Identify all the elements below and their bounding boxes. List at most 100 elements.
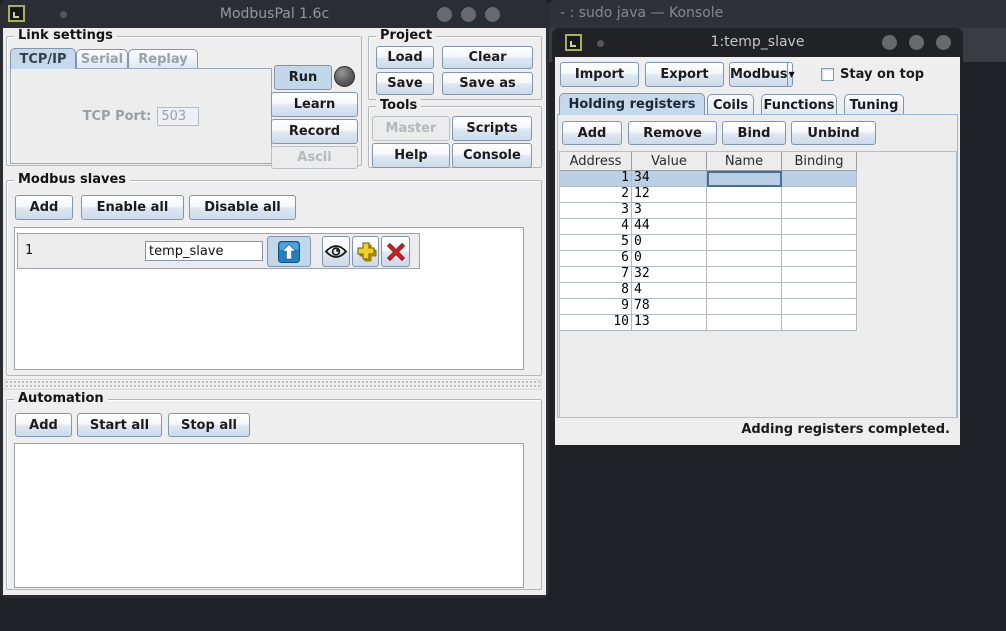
stop-all-button[interactable]: Stop all <box>168 413 250 437</box>
slave-view-button[interactable] <box>322 236 350 267</box>
register-binding-cell[interactable] <box>782 299 857 315</box>
maximize-button[interactable] <box>461 7 476 22</box>
register-value-cell[interactable]: 4 <box>632 283 707 299</box>
tab-tuning[interactable]: Tuning <box>844 94 904 115</box>
close-button[interactable] <box>936 35 951 50</box>
register-name-cell[interactable] <box>707 299 782 315</box>
register-name-cell[interactable] <box>707 203 782 219</box>
register-address-cell[interactable]: 3 <box>560 203 632 219</box>
register-binding-cell[interactable] <box>782 203 857 219</box>
register-address-cell[interactable]: 2 <box>560 187 632 203</box>
tab-replay[interactable]: Replay <box>128 49 198 69</box>
register-value-cell[interactable]: 78 <box>632 299 707 315</box>
register-address-cell[interactable]: 10 <box>560 315 632 331</box>
register-bind-button[interactable]: Bind <box>722 121 786 145</box>
register-binding-cell[interactable] <box>782 251 857 267</box>
register-binding-cell[interactable] <box>782 171 857 187</box>
export-button[interactable]: Export <box>645 62 724 87</box>
learn-button[interactable]: Learn <box>271 92 358 117</box>
clear-button[interactable]: Clear <box>442 46 533 69</box>
scripts-button[interactable]: Scripts <box>452 116 532 141</box>
register-value-cell[interactable]: 0 <box>632 251 707 267</box>
register-row[interactable]: 33 <box>560 203 956 219</box>
minimize-button[interactable] <box>437 7 452 22</box>
register-value-cell[interactable]: 34 <box>632 171 707 187</box>
close-button[interactable] <box>485 7 500 22</box>
column-header-name[interactable]: Name <box>707 152 782 171</box>
load-button[interactable]: Load <box>376 46 434 69</box>
register-binding-cell[interactable] <box>782 187 857 203</box>
register-name-cell[interactable] <box>707 251 782 267</box>
register-address-cell[interactable]: 8 <box>560 283 632 299</box>
help-button[interactable]: Help <box>372 143 450 168</box>
slave-name-field[interactable] <box>145 241 263 261</box>
modbuspal-titlebar[interactable]: ModbusPal 1.6c <box>0 0 549 28</box>
stay-on-top-checkbox[interactable] <box>821 68 834 81</box>
register-row[interactable]: 1013 <box>560 315 956 331</box>
enable-all-button[interactable]: Enable all <box>81 195 184 220</box>
register-row[interactable]: 212 <box>560 187 956 203</box>
register-name-cell[interactable] <box>707 187 782 203</box>
register-value-cell[interactable]: 32 <box>632 267 707 283</box>
register-address-cell[interactable]: 7 <box>560 267 632 283</box>
import-button[interactable]: Import <box>560 62 639 87</box>
mode-selector-dropdown[interactable]: Modbus ▼ <box>729 62 793 87</box>
column-header-binding[interactable]: Binding <box>782 152 857 171</box>
register-value-cell[interactable]: 13 <box>632 315 707 331</box>
register-address-cell[interactable]: 5 <box>560 235 632 251</box>
register-row[interactable]: 732 <box>560 267 956 283</box>
register-address-cell[interactable]: 1 <box>560 171 632 187</box>
slave-add-automation-button[interactable] <box>352 236 379 267</box>
slave-editor-titlebar[interactable]: 1:temp_slave <box>552 28 963 57</box>
slave-add-button[interactable]: Add <box>15 195 73 220</box>
register-value-cell[interactable]: 0 <box>632 235 707 251</box>
register-row[interactable]: 444 <box>560 219 956 235</box>
register-row[interactable]: 84 <box>560 283 956 299</box>
register-name-cell[interactable] <box>707 315 782 331</box>
slave-delete-button[interactable] <box>381 236 410 267</box>
register-name-cell[interactable] <box>707 235 782 251</box>
ascii-button[interactable]: Ascii <box>271 146 358 169</box>
console-button[interactable]: Console <box>452 143 532 168</box>
register-address-cell[interactable]: 9 <box>560 299 632 315</box>
register-row[interactable]: 50 <box>560 235 956 251</box>
run-button[interactable]: Run <box>274 65 332 90</box>
register-value-cell[interactable]: 12 <box>632 187 707 203</box>
save-button[interactable]: Save <box>376 72 434 95</box>
register-address-cell[interactable]: 4 <box>560 219 632 235</box>
register-binding-cell[interactable] <box>782 267 857 283</box>
register-value-cell[interactable]: 3 <box>632 203 707 219</box>
slave-enabled-toggle-button[interactable] <box>267 236 311 267</box>
column-header-value[interactable]: Value <box>632 152 707 171</box>
register-name-cell[interactable] <box>707 171 782 187</box>
start-all-button[interactable]: Start all <box>77 413 162 437</box>
register-value-cell[interactable]: 44 <box>632 219 707 235</box>
register-name-cell[interactable] <box>707 219 782 235</box>
master-button[interactable]: Master <box>372 116 450 141</box>
tcp-port-field[interactable] <box>157 107 199 126</box>
column-header-address[interactable]: Address <box>560 152 632 171</box>
register-name-cell[interactable] <box>707 267 782 283</box>
register-row[interactable]: 60 <box>560 251 956 267</box>
tab-serial[interactable]: Serial <box>76 49 128 69</box>
register-binding-cell[interactable] <box>782 219 857 235</box>
tab-tcpip[interactable]: TCP/IP <box>10 48 76 69</box>
register-row[interactable]: 978 <box>560 299 956 315</box>
tab-holding-registers[interactable]: Holding registers <box>559 93 705 115</box>
disable-all-button[interactable]: Disable all <box>189 195 296 220</box>
register-remove-button[interactable]: Remove <box>628 121 717 145</box>
minimize-button[interactable] <box>882 35 897 50</box>
record-button[interactable]: Record <box>271 119 358 144</box>
register-binding-cell[interactable] <box>782 283 857 299</box>
register-binding-cell[interactable] <box>782 315 857 331</box>
register-address-cell[interactable]: 6 <box>560 251 632 267</box>
register-row[interactable]: 134 <box>560 171 956 187</box>
automation-add-button[interactable]: Add <box>15 413 72 437</box>
register-binding-cell[interactable] <box>782 235 857 251</box>
tab-coils[interactable]: Coils <box>707 94 754 115</box>
save-as-button[interactable]: Save as <box>442 72 533 95</box>
split-divider[interactable] <box>4 379 542 390</box>
maximize-button[interactable] <box>909 35 924 50</box>
register-add-button[interactable]: Add <box>562 121 622 145</box>
tab-functions[interactable]: Functions <box>761 94 837 115</box>
